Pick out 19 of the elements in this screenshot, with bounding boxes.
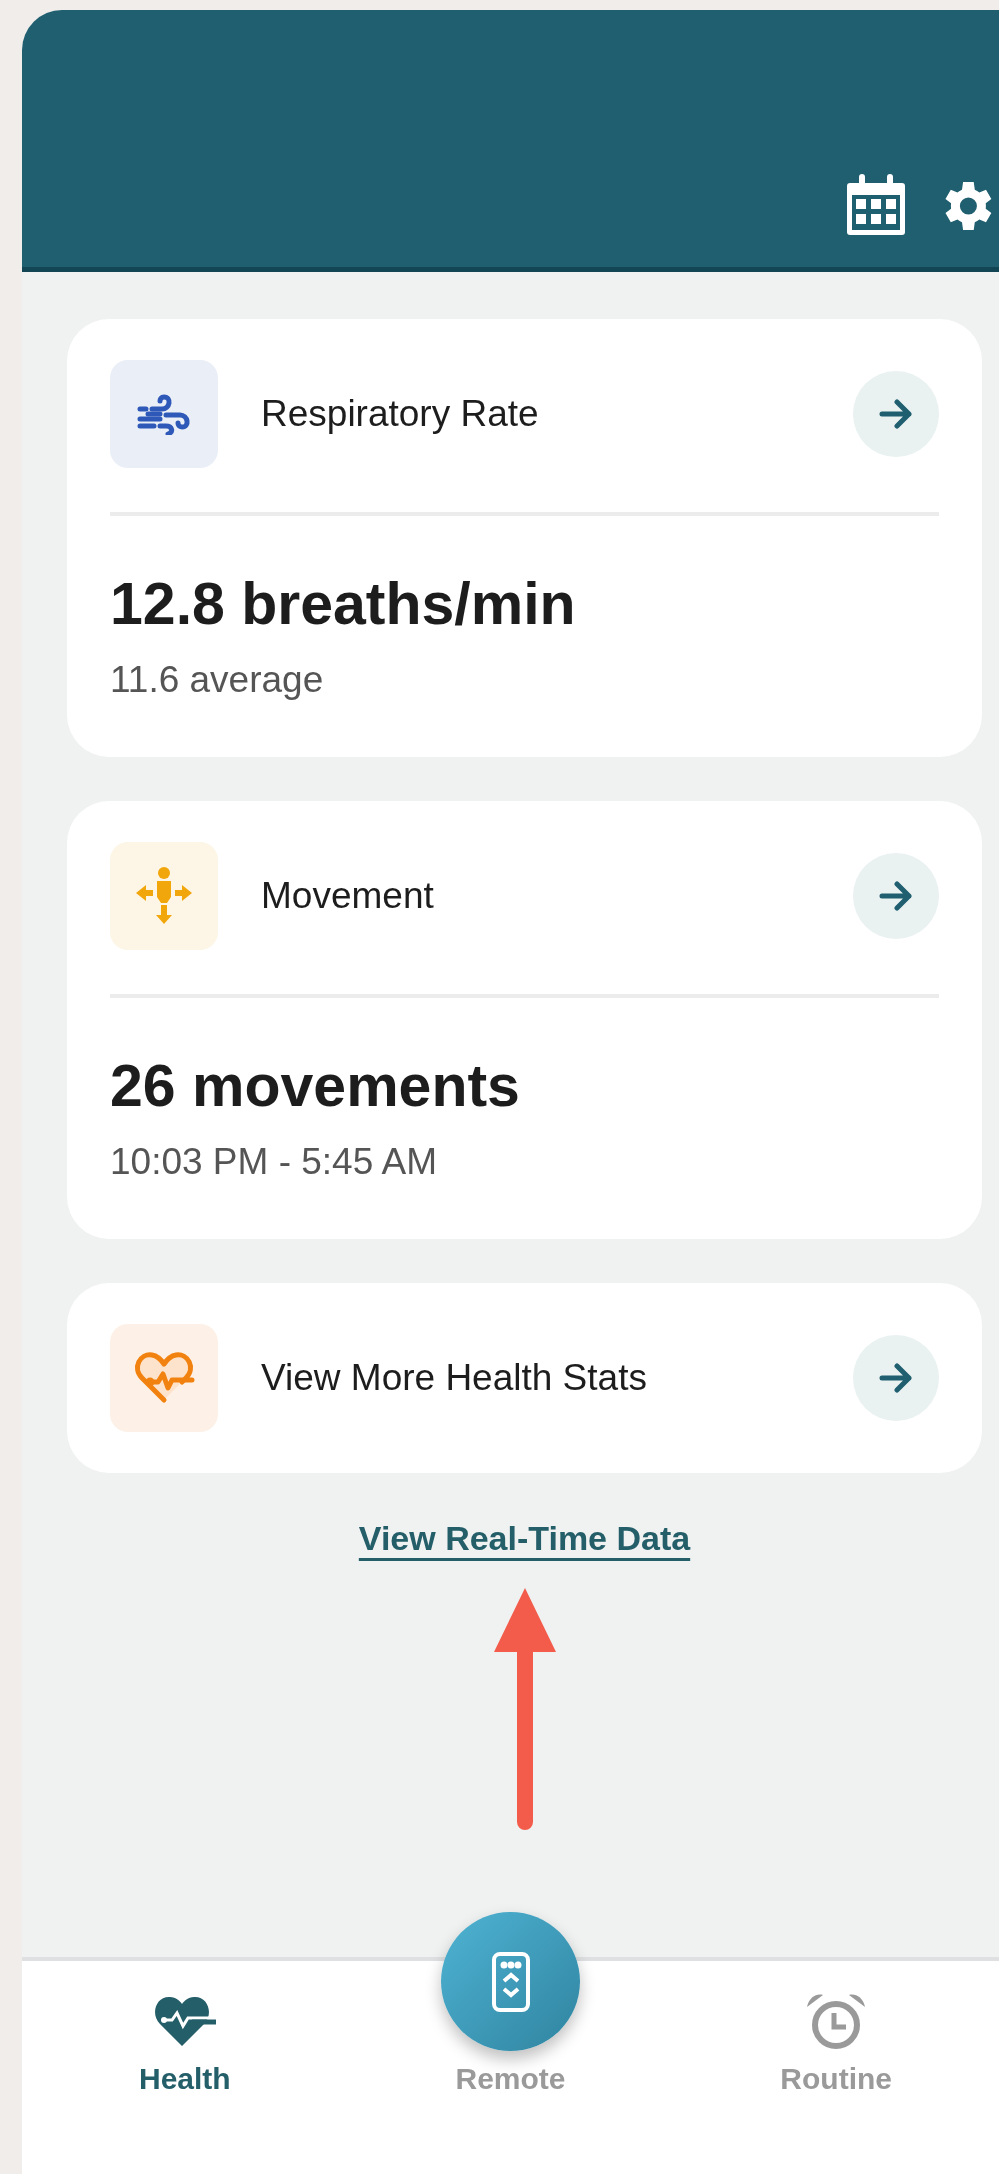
nav-tab[interactable]: Health — [22, 1912, 348, 2174]
card-title: Respiratory Rate — [261, 392, 540, 437]
arrow-right-icon — [879, 399, 913, 429]
card-value: 26 movements — [110, 1052, 521, 1121]
card-subtitle: 11.6 average — [110, 658, 325, 702]
person-arrows-icon — [110, 842, 218, 950]
wind-icon — [110, 360, 218, 468]
arrow-right-icon — [879, 881, 913, 911]
card-value: 12.8 breaths/min — [110, 570, 577, 639]
heart-pulse-icon — [110, 1324, 218, 1432]
arrow-right-icon — [879, 1363, 913, 1393]
card-title: Movement — [261, 874, 435, 919]
stat-card[interactable]: Respiratory Rate 12.8 breaths/min 11.6 average — [67, 319, 982, 757]
real-time-data-link[interactable]: View Real-Time Data — [358, 1513, 691, 1564]
card-subtitle: 10:03 PM - 5:45 AM — [110, 1140, 438, 1184]
stat-card[interactable]: Movement 26 movements 10:03 PM - 5:45 AM — [67, 801, 982, 1239]
card-title: View More Health Stats — [261, 1356, 648, 1401]
stat-card[interactable]: View More Health Stats — [67, 1283, 982, 1473]
remote-control-icon — [490, 1950, 531, 2013]
